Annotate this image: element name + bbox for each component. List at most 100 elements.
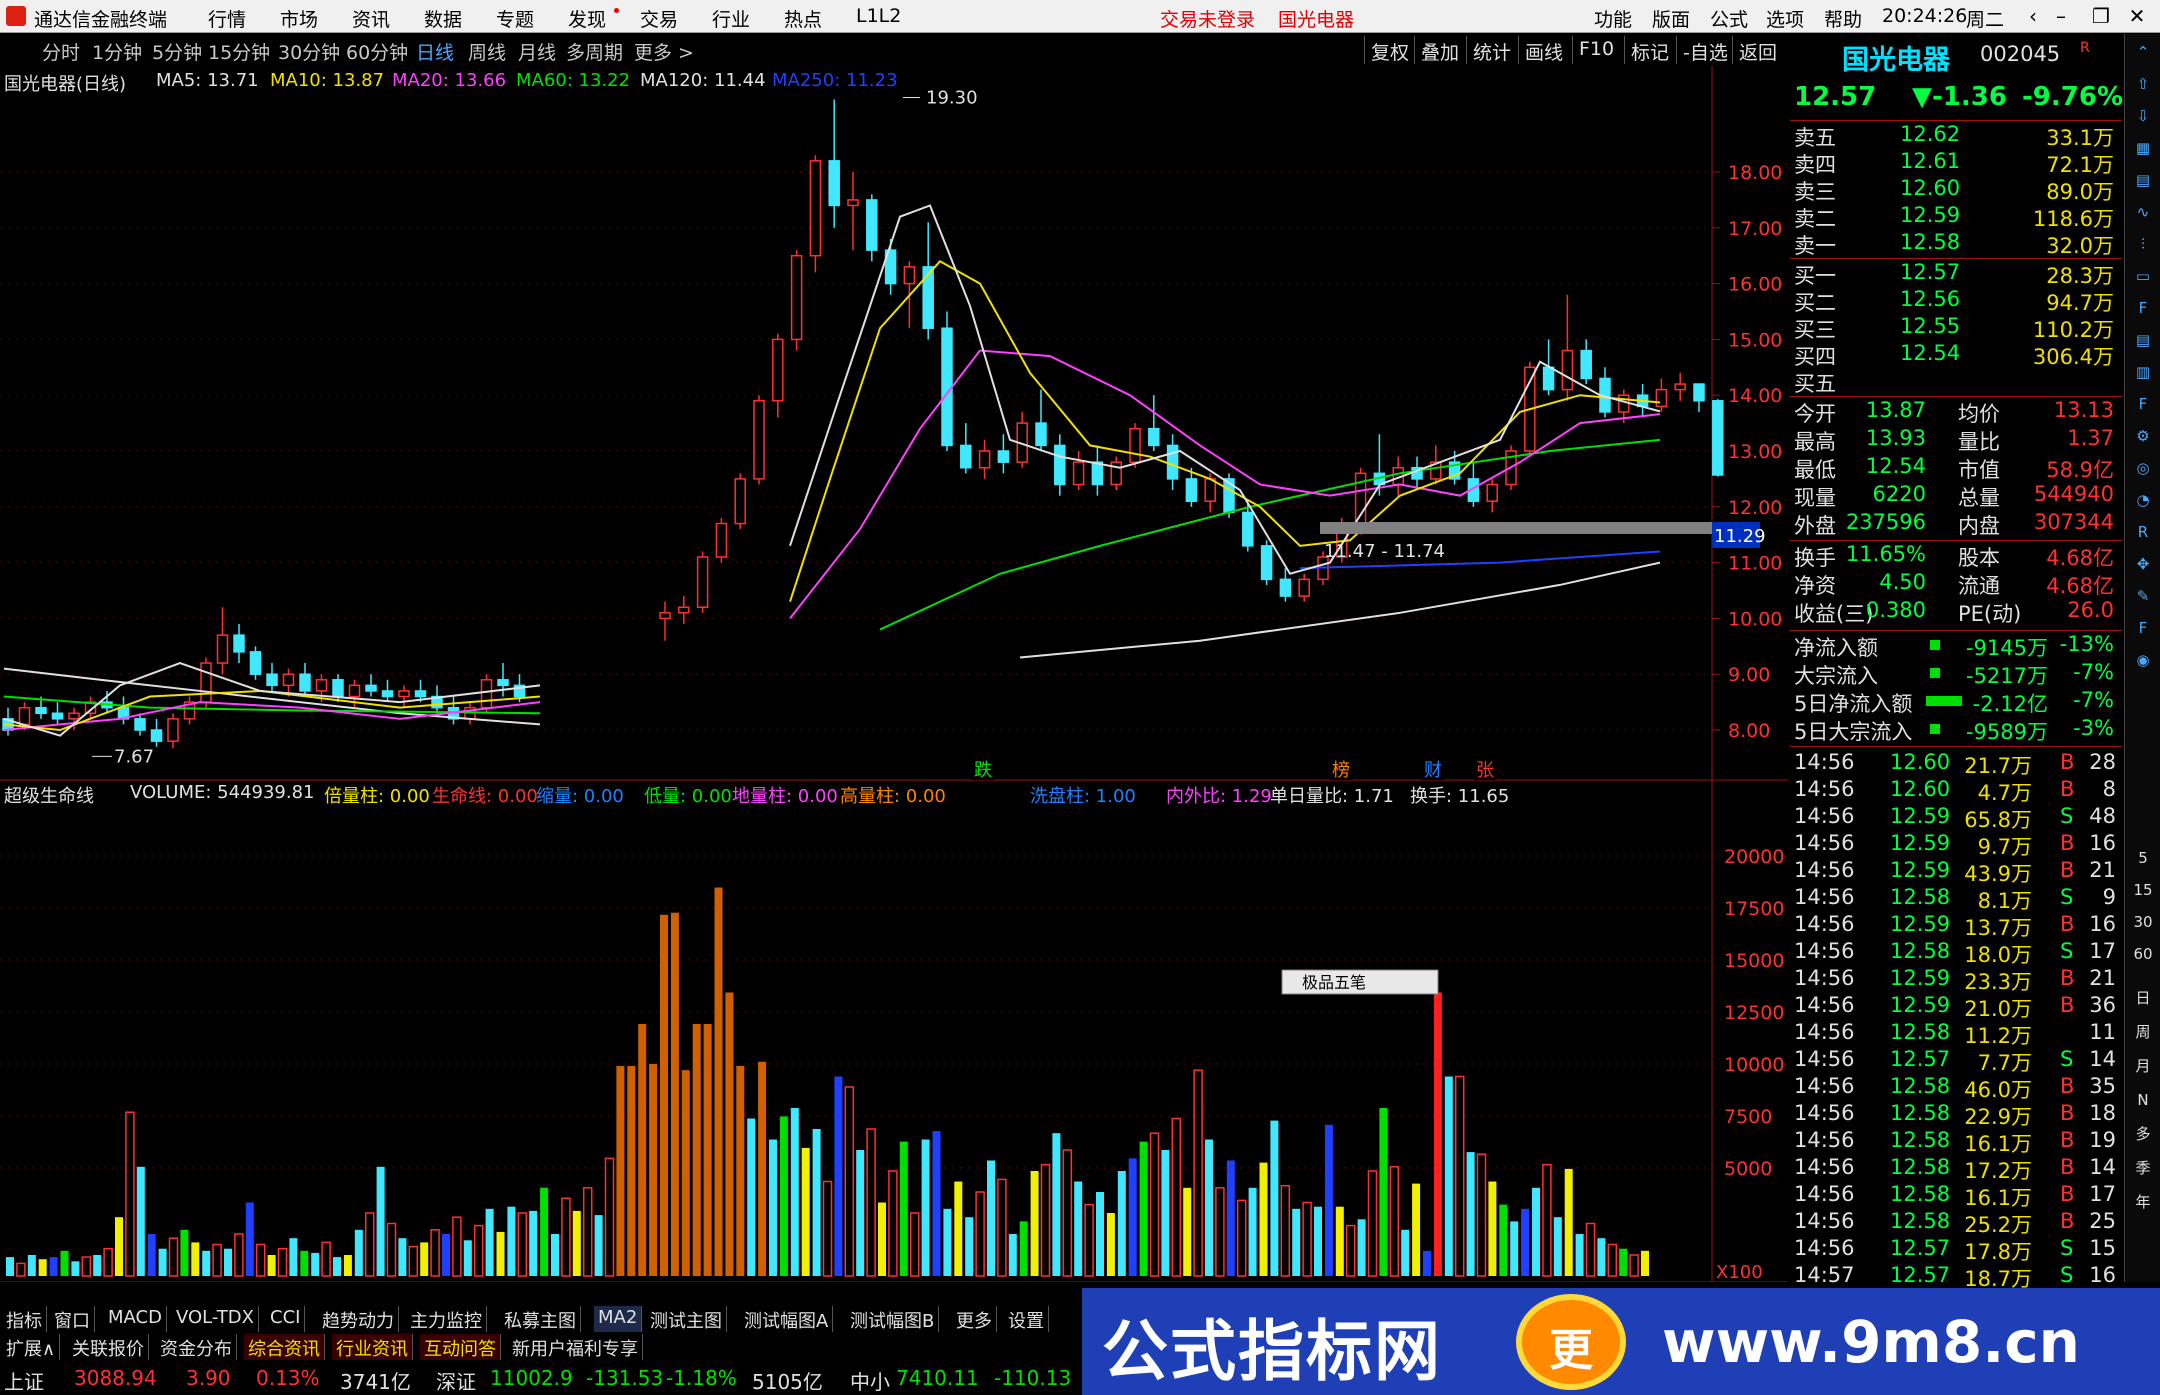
info-tab[interactable]: 综合资讯 [244, 1334, 325, 1360]
kline-chart[interactable]: 18.00 17.00 16.00 15.00 14.00 13.00 12.00 11.00… [0, 66, 1788, 1282]
period-tab[interactable]: 分时 [42, 38, 80, 65]
indicator-tab[interactable]: CCI [266, 1306, 306, 1332]
menu-item[interactable]: 行情 [208, 5, 246, 32]
orderbook-row[interactable]: 卖五 12.62 33.1万 [1790, 122, 2122, 150]
period-tab[interactable]: 5分钟 [152, 38, 202, 65]
indicator-tab[interactable]: MA2 [594, 1306, 643, 1332]
period-shortcut[interactable]: 月 [2131, 1054, 2155, 1078]
period-tab[interactable]: 60分钟 [346, 38, 408, 65]
menu-item[interactable]: 市场 [280, 5, 318, 32]
tool-button[interactable]: -自选 [1676, 36, 1734, 64]
more-periods[interactable]: 更多 > [634, 38, 694, 65]
calculator-icon[interactable]: ▦ [2131, 136, 2155, 160]
screen-icon[interactable]: ▤ [2131, 328, 2155, 352]
menu-func[interactable]: 功能 [1594, 5, 1632, 32]
tool-button[interactable]: F10 [1572, 36, 1620, 64]
minimize-icon[interactable]: – [2048, 3, 2074, 29]
menu-item[interactable]: 交易 [640, 5, 678, 32]
close-icon[interactable]: ✕ [2124, 3, 2150, 29]
login-alert[interactable]: 交易未登录 [1160, 5, 1255, 32]
camera-icon[interactable]: ◎ [2131, 456, 2155, 480]
settings-icon[interactable]: ⚙ [2131, 424, 2155, 448]
period-tab-active[interactable]: 日线 [416, 38, 454, 65]
radar-icon[interactable]: ◔ [2131, 488, 2155, 512]
orderbook-row[interactable]: 买二 12.56 94.7万 [1790, 287, 2122, 315]
ff-icon[interactable]: F [2131, 392, 2155, 416]
f10-icon[interactable]: F [2131, 296, 2155, 320]
tool-button[interactable]: 画线 [1518, 36, 1569, 64]
period-tab[interactable]: 15分钟 [208, 38, 270, 65]
tool-button[interactable]: 返回 [1732, 36, 1783, 64]
period-shortcut[interactable]: N [2131, 1088, 2155, 1112]
info-tab[interactable]: 新用户福利专享 [508, 1334, 643, 1360]
info-tab[interactable]: 行业资讯 [332, 1334, 413, 1360]
orderbook-row[interactable]: 买五 [1790, 368, 2122, 396]
window-icon[interactable]: ▭ [2131, 264, 2155, 288]
indicator-tab[interactable]: 趋势动力 [318, 1306, 399, 1332]
info-tab[interactable]: 扩展∧ [2, 1334, 61, 1360]
arrow-down-icon[interactable]: ⇩ [2131, 104, 2155, 128]
indicator-tab[interactable]: 测试主图 [646, 1306, 727, 1332]
stock-alert[interactable]: 国光电器 [1278, 5, 1354, 32]
rsi-icon[interactable]: R [2131, 520, 2155, 544]
orderbook-row[interactable]: 买一 12.57 28.3万 [1790, 260, 2122, 288]
period-shortcut[interactable]: 60 [2131, 942, 2155, 966]
info-tab[interactable]: 资金分布 [156, 1334, 237, 1360]
tool-button[interactable]: 统计 [1466, 36, 1517, 64]
pen-icon[interactable]: ✎ [2131, 584, 2155, 608]
menu-help[interactable]: 帮助 [1824, 5, 1862, 32]
period-shortcut[interactable]: 多 [2131, 1122, 2155, 1146]
period-shortcut[interactable]: 季 [2131, 1156, 2155, 1180]
tool-button[interactable]: 叠加 [1414, 36, 1465, 64]
indicator-tab[interactable]: 窗口 [50, 1306, 95, 1332]
ring-icon[interactable]: ◉ [2131, 648, 2155, 672]
menu-item[interactable]: 热点 [784, 5, 822, 32]
back-icon[interactable]: ‹ [2020, 3, 2046, 29]
line-chart-icon[interactable]: ∿ [2131, 200, 2155, 224]
menu-item[interactable]: 资讯 [352, 5, 390, 32]
menu-item[interactable]: 数据 [424, 5, 462, 32]
chevron-up-icon[interactable]: ⌃ [2131, 40, 2155, 64]
orderbook-row[interactable]: 卖三 12.60 89.0万 [1790, 176, 2122, 204]
menu-item[interactable]: 专题 [496, 5, 534, 32]
fs-icon[interactable]: F [2131, 616, 2155, 640]
period-shortcut[interactable]: 15 [2131, 878, 2155, 902]
move-icon[interactable]: ✥ [2131, 552, 2155, 576]
indicator-tab[interactable]: VOL-TDX [172, 1306, 259, 1332]
period-shortcut[interactable]: 30 [2131, 910, 2155, 934]
orderbook-row[interactable]: 卖二 12.59 118.6万 [1790, 203, 2122, 231]
grid-icon[interactable]: ▤ [2131, 168, 2155, 192]
period-tab[interactable]: 月线 [518, 38, 556, 65]
arrow-up-icon[interactable]: ⇧ [2131, 72, 2155, 96]
indicator-tab[interactable]: 私募主图 [500, 1306, 581, 1332]
period-shortcut[interactable]: 5 [2131, 846, 2155, 870]
indicator-tab[interactable]: 测试幅图A [740, 1306, 834, 1332]
period-tab[interactable]: 1分钟 [92, 38, 142, 65]
menu-item[interactable]: 行业 [712, 5, 750, 32]
indicator-tab[interactable]: 测试幅图B [846, 1306, 940, 1332]
period-tab[interactable]: 30分钟 [278, 38, 340, 65]
period-tab[interactable]: 周线 [468, 38, 506, 65]
menu-formula[interactable]: 公式 [1710, 5, 1748, 32]
candle-icon[interactable]: ⫶ [2131, 232, 2155, 256]
restore-icon[interactable]: ❐ [2088, 3, 2114, 29]
menu-item[interactable]: 发现 [568, 5, 606, 32]
indicator-tab[interactable]: 更多 [952, 1306, 997, 1332]
tool-button[interactable]: 标记 [1624, 36, 1675, 64]
info-tab[interactable]: 互动问答 [420, 1334, 501, 1360]
period-tab[interactable]: 多周期 [566, 38, 623, 65]
menu-item[interactable]: L1L2 [856, 5, 901, 27]
period-shortcut[interactable]: 年 [2131, 1190, 2155, 1214]
tool-button[interactable]: 复权 [1364, 36, 1415, 64]
chart-icon[interactable]: ▥ [2131, 360, 2155, 384]
indicator-tab[interactable]: 指标 [2, 1306, 47, 1332]
chart-area[interactable]: 18.00 17.00 16.00 15.00 14.00 13.00 12.00 11.00… [0, 66, 1788, 1282]
orderbook-row[interactable]: 卖四 12.61 72.1万 [1790, 149, 2122, 177]
period-shortcut[interactable]: 日 [2131, 986, 2155, 1010]
menu-layout[interactable]: 版面 [1652, 5, 1690, 32]
orderbook-row[interactable]: 买四 12.54 306.4万 [1790, 341, 2122, 369]
indicator-tab[interactable]: MACD [104, 1306, 167, 1332]
indicator-tab[interactable]: 设置 [1004, 1306, 1049, 1332]
info-tab[interactable]: 关联报价 [68, 1334, 149, 1360]
orderbook-row[interactable]: 买三 12.55 110.2万 [1790, 314, 2122, 342]
